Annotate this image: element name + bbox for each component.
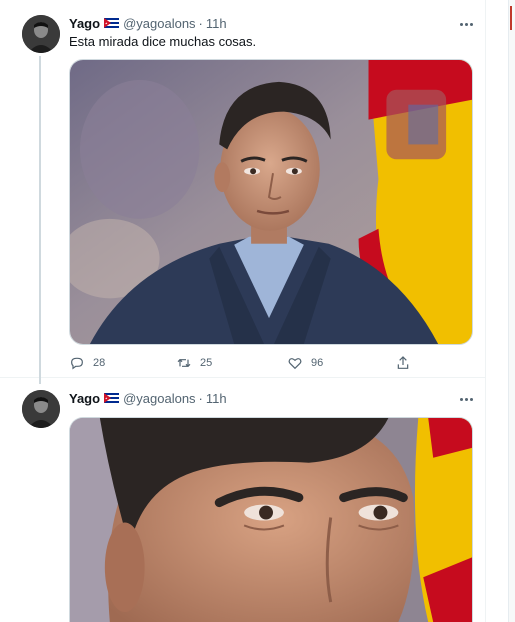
- author-handle[interactable]: @yagoalons: [123, 16, 195, 31]
- tweet-header: Yago @yagoalons · 11h: [69, 389, 227, 407]
- retweet-count: 25: [200, 357, 213, 369]
- avatar-image: [22, 390, 60, 428]
- timestamp[interactable]: 11h: [206, 16, 227, 31]
- timestamp[interactable]: 11h: [206, 391, 227, 406]
- side-panel-edge: [508, 0, 515, 622]
- share-icon: [397, 356, 409, 369]
- timeline-border: [485, 0, 486, 622]
- reply-button[interactable]: 28: [69, 352, 105, 374]
- separator-dot: ·: [198, 15, 203, 31]
- retweet-icon: [177, 358, 191, 368]
- more-horizontal-icon[interactable]: [457, 392, 475, 406]
- retweet-button[interactable]: 25: [176, 352, 212, 374]
- cuba-flag-icon: [104, 18, 120, 28]
- author-name[interactable]: Yago: [69, 16, 100, 31]
- thread-line: [39, 56, 41, 384]
- reply-icon: [71, 357, 83, 370]
- media-photo: [70, 60, 472, 344]
- share-button[interactable]: [395, 352, 411, 374]
- like-count: 96: [311, 357, 324, 369]
- tweet-header: Yago @yagoalons · 11h: [69, 14, 227, 32]
- tweet-media[interactable]: [69, 417, 473, 622]
- tweet[interactable]: Yago @yagoalons · 11h Esta mirada dice m…: [0, 0, 485, 384]
- reply-count: 28: [93, 357, 106, 369]
- avatar[interactable]: [22, 390, 60, 428]
- avatar[interactable]: [22, 15, 60, 53]
- author-name[interactable]: Yago: [69, 391, 100, 406]
- like-button[interactable]: 96: [287, 352, 323, 374]
- cuba-flag-icon: [104, 393, 120, 403]
- side-panel-marker: [510, 6, 512, 30]
- heart-icon: [288, 358, 302, 370]
- media-photo: [70, 418, 472, 622]
- more-horizontal-icon[interactable]: [457, 17, 475, 31]
- tweet[interactable]: Yago @yagoalons · 11h: [0, 378, 485, 622]
- tweet-media[interactable]: [69, 59, 473, 345]
- tweet-actions: 28 25 96: [69, 352, 473, 374]
- separator-dot: ·: [198, 390, 203, 406]
- tweet-text: Esta mirada dice muchas cosas.: [69, 34, 257, 49]
- author-handle[interactable]: @yagoalons: [123, 391, 195, 406]
- avatar-image: [22, 15, 60, 53]
